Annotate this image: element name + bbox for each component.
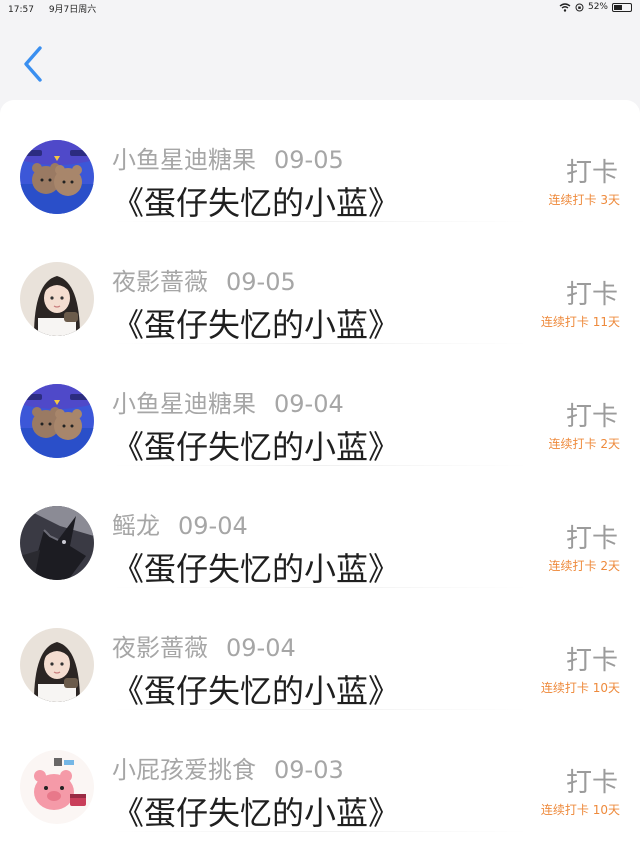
streak-label: 连续打卡 2天	[548, 559, 620, 573]
battery-percent: 52%	[587, 2, 608, 12]
battery-icon	[612, 2, 632, 12]
list-item[interactable]: 小鱼星迪糖果 09-04 《蛋仔失忆的小蓝》 打卡 连续打卡 2天	[0, 344, 640, 466]
wifi-icon	[559, 2, 571, 12]
avatar[interactable]	[20, 140, 94, 214]
avatar[interactable]	[20, 262, 94, 336]
book-title[interactable]: 《蛋仔失忆的小蓝》	[112, 422, 400, 468]
list-item[interactable]: 夜影蔷薇 09-05 《蛋仔失忆的小蓝》 打卡 连续打卡 11天	[0, 222, 640, 344]
post-date: 09-05	[274, 146, 344, 174]
checkin-list: 小鱼星迪糖果 09-05 《蛋仔失忆的小蓝》 打卡 连续打卡 3天 夜影蔷薇 09-…	[0, 100, 640, 860]
username[interactable]: 小屁孩爱挑食	[112, 756, 256, 784]
checkin-button[interactable]: 打卡	[566, 396, 618, 433]
list-item[interactable]: 小屁孩爱挑食 09-03 《蛋仔失忆的小蓝》 打卡 连续打卡 10天	[0, 710, 640, 832]
username[interactable]: 小鱼星迪糖果	[112, 146, 256, 174]
list-item[interactable]: 小鱼星迪糖果 09-05 《蛋仔失忆的小蓝》 打卡 连续打卡 3天	[0, 100, 640, 222]
username[interactable]: 夜影蔷薇	[112, 268, 208, 296]
streak-label: 连续打卡 10天	[540, 803, 620, 817]
list-item[interactable]: 鳐龙 09-04 《蛋仔失忆的小蓝》 打卡 连续打卡 2天	[0, 466, 640, 588]
username[interactable]: 鳐龙	[112, 512, 160, 540]
pink-pig-avatar-icon	[20, 750, 94, 824]
cartoon-bears-avatar-icon	[20, 140, 94, 214]
streak-label: 连续打卡 3天	[548, 193, 620, 207]
checkin-button[interactable]: 打卡	[566, 152, 618, 189]
dark-dragon-avatar-icon	[20, 506, 94, 580]
checkin-button[interactable]: 打卡	[566, 640, 618, 677]
book-title[interactable]: 《蛋仔失忆的小蓝》	[112, 544, 400, 590]
girl-photo-avatar-icon	[20, 262, 94, 336]
post-date: 09-05	[226, 268, 296, 296]
username[interactable]: 小鱼星迪糖果	[112, 390, 256, 418]
book-title[interactable]: 《蛋仔失忆的小蓝》	[112, 666, 400, 712]
post-date: 09-04	[178, 512, 248, 540]
username[interactable]: 夜影蔷薇	[112, 634, 208, 662]
streak-label: 连续打卡 10天	[540, 681, 620, 695]
back-button[interactable]	[20, 44, 48, 84]
checkin-button[interactable]: 打卡	[566, 762, 618, 799]
avatar[interactable]	[20, 384, 94, 458]
avatar[interactable]	[20, 628, 94, 702]
status-time: 17:57	[8, 5, 34, 15]
checkin-button[interactable]: 打卡	[566, 274, 618, 311]
orientation-lock-icon	[575, 3, 584, 11]
streak-label: 连续打卡 11天	[540, 315, 620, 329]
book-title[interactable]: 《蛋仔失忆的小蓝》	[112, 788, 400, 834]
avatar[interactable]	[20, 506, 94, 580]
book-title[interactable]: 《蛋仔失忆的小蓝》	[112, 300, 400, 346]
book-title[interactable]: 《蛋仔失忆的小蓝》	[112, 178, 400, 224]
post-date: 09-03	[274, 756, 344, 784]
status-date: 9月7日周六	[48, 5, 97, 15]
cartoon-bears-avatar-icon	[20, 384, 94, 458]
chevron-left-icon	[24, 46, 42, 82]
nav-bar	[0, 16, 640, 100]
checkin-button[interactable]: 打卡	[566, 518, 618, 555]
status-bar: 17:57 9月7日周六 52%	[0, 0, 640, 16]
avatar[interactable]	[20, 750, 94, 824]
streak-label: 连续打卡 2天	[548, 437, 620, 451]
post-date: 09-04	[226, 634, 296, 662]
list-item[interactable]: 夜影蔷薇 09-04 《蛋仔失忆的小蓝》 打卡 连续打卡 10天	[0, 588, 640, 710]
girl-photo-avatar-icon	[20, 628, 94, 702]
post-date: 09-04	[274, 390, 344, 418]
